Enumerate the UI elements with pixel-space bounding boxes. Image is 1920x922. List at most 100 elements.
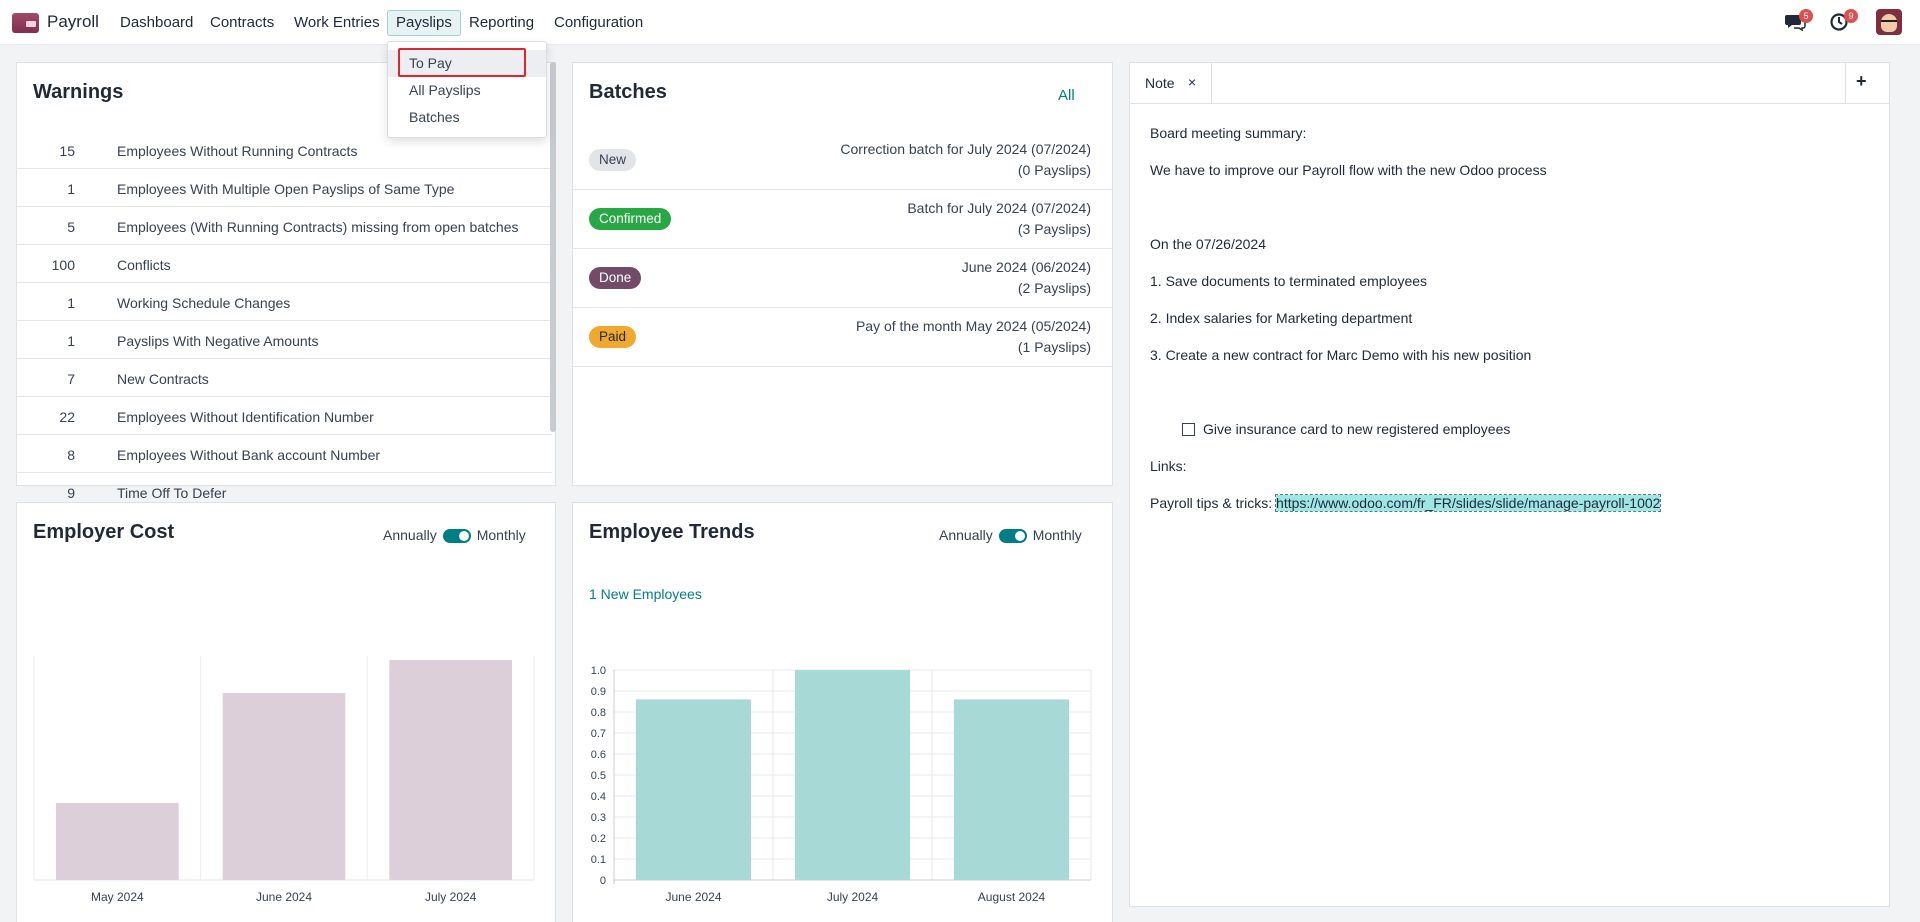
employee-trends-card: Employee Trends Annually Monthly 1 New Em… [572,502,1113,922]
y-tick-label: 0.2 [591,833,606,845]
warning-row[interactable]: 100 Conflicts [17,245,552,283]
messages-icon[interactable]: 5 [1784,9,1813,32]
menu-dashboard[interactable]: Dashboard [112,10,201,36]
y-tick-label: 0.4 [591,791,606,803]
bar[interactable] [222,693,346,880]
note-line[interactable]: 3. Create a new contract for Marc Demo w… [1150,347,1531,363]
batch-row[interactable]: New Correction batch for July 2024 (07/20… [573,131,1112,190]
batches-all-link[interactable]: All [1058,87,1075,104]
x-tick-label: May 2024 [91,890,144,904]
y-tick-label: 0.9 [591,686,606,698]
warning-label: Payslips With Negative Amounts [117,333,319,349]
y-tick-label: 0 [600,875,606,887]
batch-name: Batch for July 2024 (07/2024) [907,200,1091,216]
y-tick-label: 0.3 [591,812,606,824]
warning-row[interactable]: 1 Working Schedule Changes [17,283,552,321]
x-tick-label: July 2024 [425,890,477,904]
y-tick-label: 0.8 [591,707,606,719]
batch-payslip-count: (1 Payslips) [1017,339,1091,355]
tips-link[interactable]: https://www.odoo.com/fr_FR/slides/slide/… [1275,494,1662,512]
warning-label: Conflicts [117,257,171,273]
user-avatar[interactable] [1876,9,1902,35]
warning-label: Employees Without Identification Number [117,409,374,425]
top-navbar: Payroll Dashboard Contracts Work Entries… [0,0,1920,45]
warnings-list: 15 Employees Without Running Contracts 1 Em… [17,131,552,550]
menu-payslips[interactable]: Payslips [387,10,461,36]
tips-label: Payroll tips & tricks: [1150,495,1277,511]
checklist-label: Give insurance card to new registered em… [1203,421,1511,437]
batch-info: Correction batch for July 2024 (07/2024)… [840,139,1091,181]
warning-count: 7 [67,371,75,387]
menu-configuration[interactable]: Configuration [546,10,651,36]
batch-payslip-count: (0 Payslips) [1017,162,1091,178]
activity-clock-icon[interactable]: 9 [1829,9,1858,32]
batch-payslip-count: (3 Payslips) [1017,221,1091,237]
payroll-app-icon[interactable] [12,13,39,33]
warnings-scrollbar[interactable] [550,62,556,432]
links-label: Links: [1150,458,1187,474]
note-line[interactable]: 1. Save documents to terminated employee… [1150,273,1427,289]
warning-count: 22 [59,409,75,425]
warning-count: 8 [67,447,75,463]
warning-row[interactable]: 22 Employees Without Identification Numbe… [17,397,552,435]
warning-label: New Contracts [117,371,209,387]
dropdown-item-batches[interactable]: Batches [388,104,546,131]
menu-contracts[interactable]: Contracts [202,10,282,36]
dropdown-item-all-payslips[interactable]: All Payslips [388,77,546,104]
warning-count: 1 [67,295,75,311]
warnings-title: Warnings [33,81,124,103]
bar[interactable] [56,803,179,880]
bar[interactable] [636,699,751,880]
app-name[interactable]: Payroll [47,12,99,32]
warning-label: Employees (With Running Contracts) missi… [117,219,519,235]
bar[interactable] [795,670,910,880]
batch-row[interactable]: Paid Pay of the month May 2024 (05/2024) (… [573,308,1112,367]
employee-trends-chart: 0 0.1 0.2 0.3 0.4 0.5 0.6 0.7 0.8 0.9 1.0 June 2024… [591,665,1092,904]
x-tick-label: August 2024 [978,890,1046,904]
warning-label: Employees Without Running Contracts [117,143,358,159]
status-badge: Done [589,267,642,289]
batches-title: Batches [589,81,667,103]
menu-reporting[interactable]: Reporting [461,10,542,36]
tab-note[interactable]: Note × [1130,63,1212,103]
y-tick-label: 0.5 [591,770,606,782]
status-badge: Confirmed [589,208,672,230]
note-line[interactable]: On the 07/26/2024 [1150,236,1266,252]
messages-badge: 5 [1799,9,1813,23]
bar[interactable] [954,699,1069,880]
x-tick-label: June 2024 [665,890,721,904]
batch-info: June 2024 (06/2024) (2 Payslips) [962,257,1091,299]
warning-row[interactable]: 1 Payslips With Negative Amounts [17,321,552,359]
payslips-dropdown-menu: To Pay All Payslips Batches [387,41,547,138]
note-line[interactable]: Board meeting summary: [1150,125,1306,141]
warning-row[interactable]: 7 New Contracts [17,359,552,397]
menu-work-entries[interactable]: Work Entries [286,10,388,36]
warning-row[interactable]: 8 Employees Without Bank account Number [17,435,552,473]
warning-label: Time Off To Defer [117,485,227,501]
note-line[interactable]: 2. Index salaries for Marketing departme… [1150,310,1412,326]
checklist-item[interactable]: Give insurance card to new registered em… [1182,421,1510,437]
warning-label: Employees With Multiple Open Payslips of… [117,181,455,197]
dropdown-item-to-pay[interactable]: To Pay [388,50,546,77]
warning-label: Employees Without Bank account Number [117,447,381,463]
close-icon[interactable]: × [1188,74,1196,90]
checkbox[interactable] [1182,423,1195,436]
batch-name: June 2024 (06/2024) [961,259,1091,275]
batch-payslip-count: (2 Payslips) [1017,280,1091,296]
tips-line: Payroll tips & tricks: https://www.odoo.… [1150,494,1662,512]
warning-row[interactable]: 1 Employees With Multiple Open Payslips o… [17,169,552,207]
note-card: Note × + Board meeting summary: We have … [1129,62,1890,907]
add-tab-icon[interactable]: + [1856,71,1867,92]
warning-count: 100 [51,257,75,273]
batch-name: Pay of the month May 2024 (05/2024) [855,318,1091,334]
batch-info: Pay of the month May 2024 (05/2024) (1 Pa… [856,316,1091,358]
warning-count: 9 [67,485,75,501]
bar[interactable] [389,660,512,880]
batch-row[interactable]: Confirmed Batch for July 2024 (07/2024) (3… [573,190,1112,249]
warning-row[interactable]: 5 Employees (With Running Contracts) miss… [17,207,552,245]
x-tick-label: June 2024 [256,890,312,904]
batch-row[interactable]: Done June 2024 (06/2024) (2 Payslips) [573,249,1112,308]
batch-name: Correction batch for July 2024 (07/2024) [840,141,1091,157]
y-tick-label: 0.7 [591,728,606,740]
note-line[interactable]: We have to improve our Payroll flow with… [1150,162,1547,178]
